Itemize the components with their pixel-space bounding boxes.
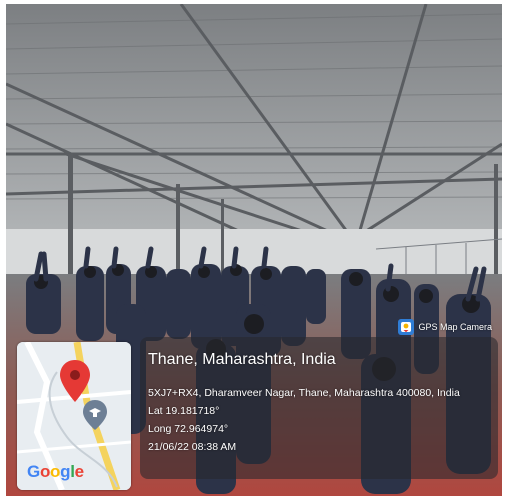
longitude-value: Long 72.964974° <box>148 423 229 435</box>
yoga-session-photo: GPS Map Camera Google Thane, Maharashtra… <box>6 4 502 496</box>
google-logo: Google <box>27 462 84 481</box>
location-address: 5XJ7+RX4, Dharamveer Nagar, Thane, Mahar… <box>148 387 460 399</box>
gps-camera-icon <box>398 319 415 335</box>
back-opening <box>6 229 502 274</box>
timestamp-value: 21/06/22 08:38 AM <box>148 441 237 453</box>
gps-map-camera-badge: GPS Map Camera <box>398 317 492 337</box>
location-title: Thane, Maharashtra, India <box>148 351 336 368</box>
geotag-text: Thane, Maharashtra, India 5XJ7+RX4, Dhar… <box>148 350 460 456</box>
latitude-value: Lat 19.181718° <box>148 405 220 417</box>
map-thumbnail: Google <box>17 342 131 490</box>
gps-badge-label: GPS Map Camera <box>418 322 492 332</box>
